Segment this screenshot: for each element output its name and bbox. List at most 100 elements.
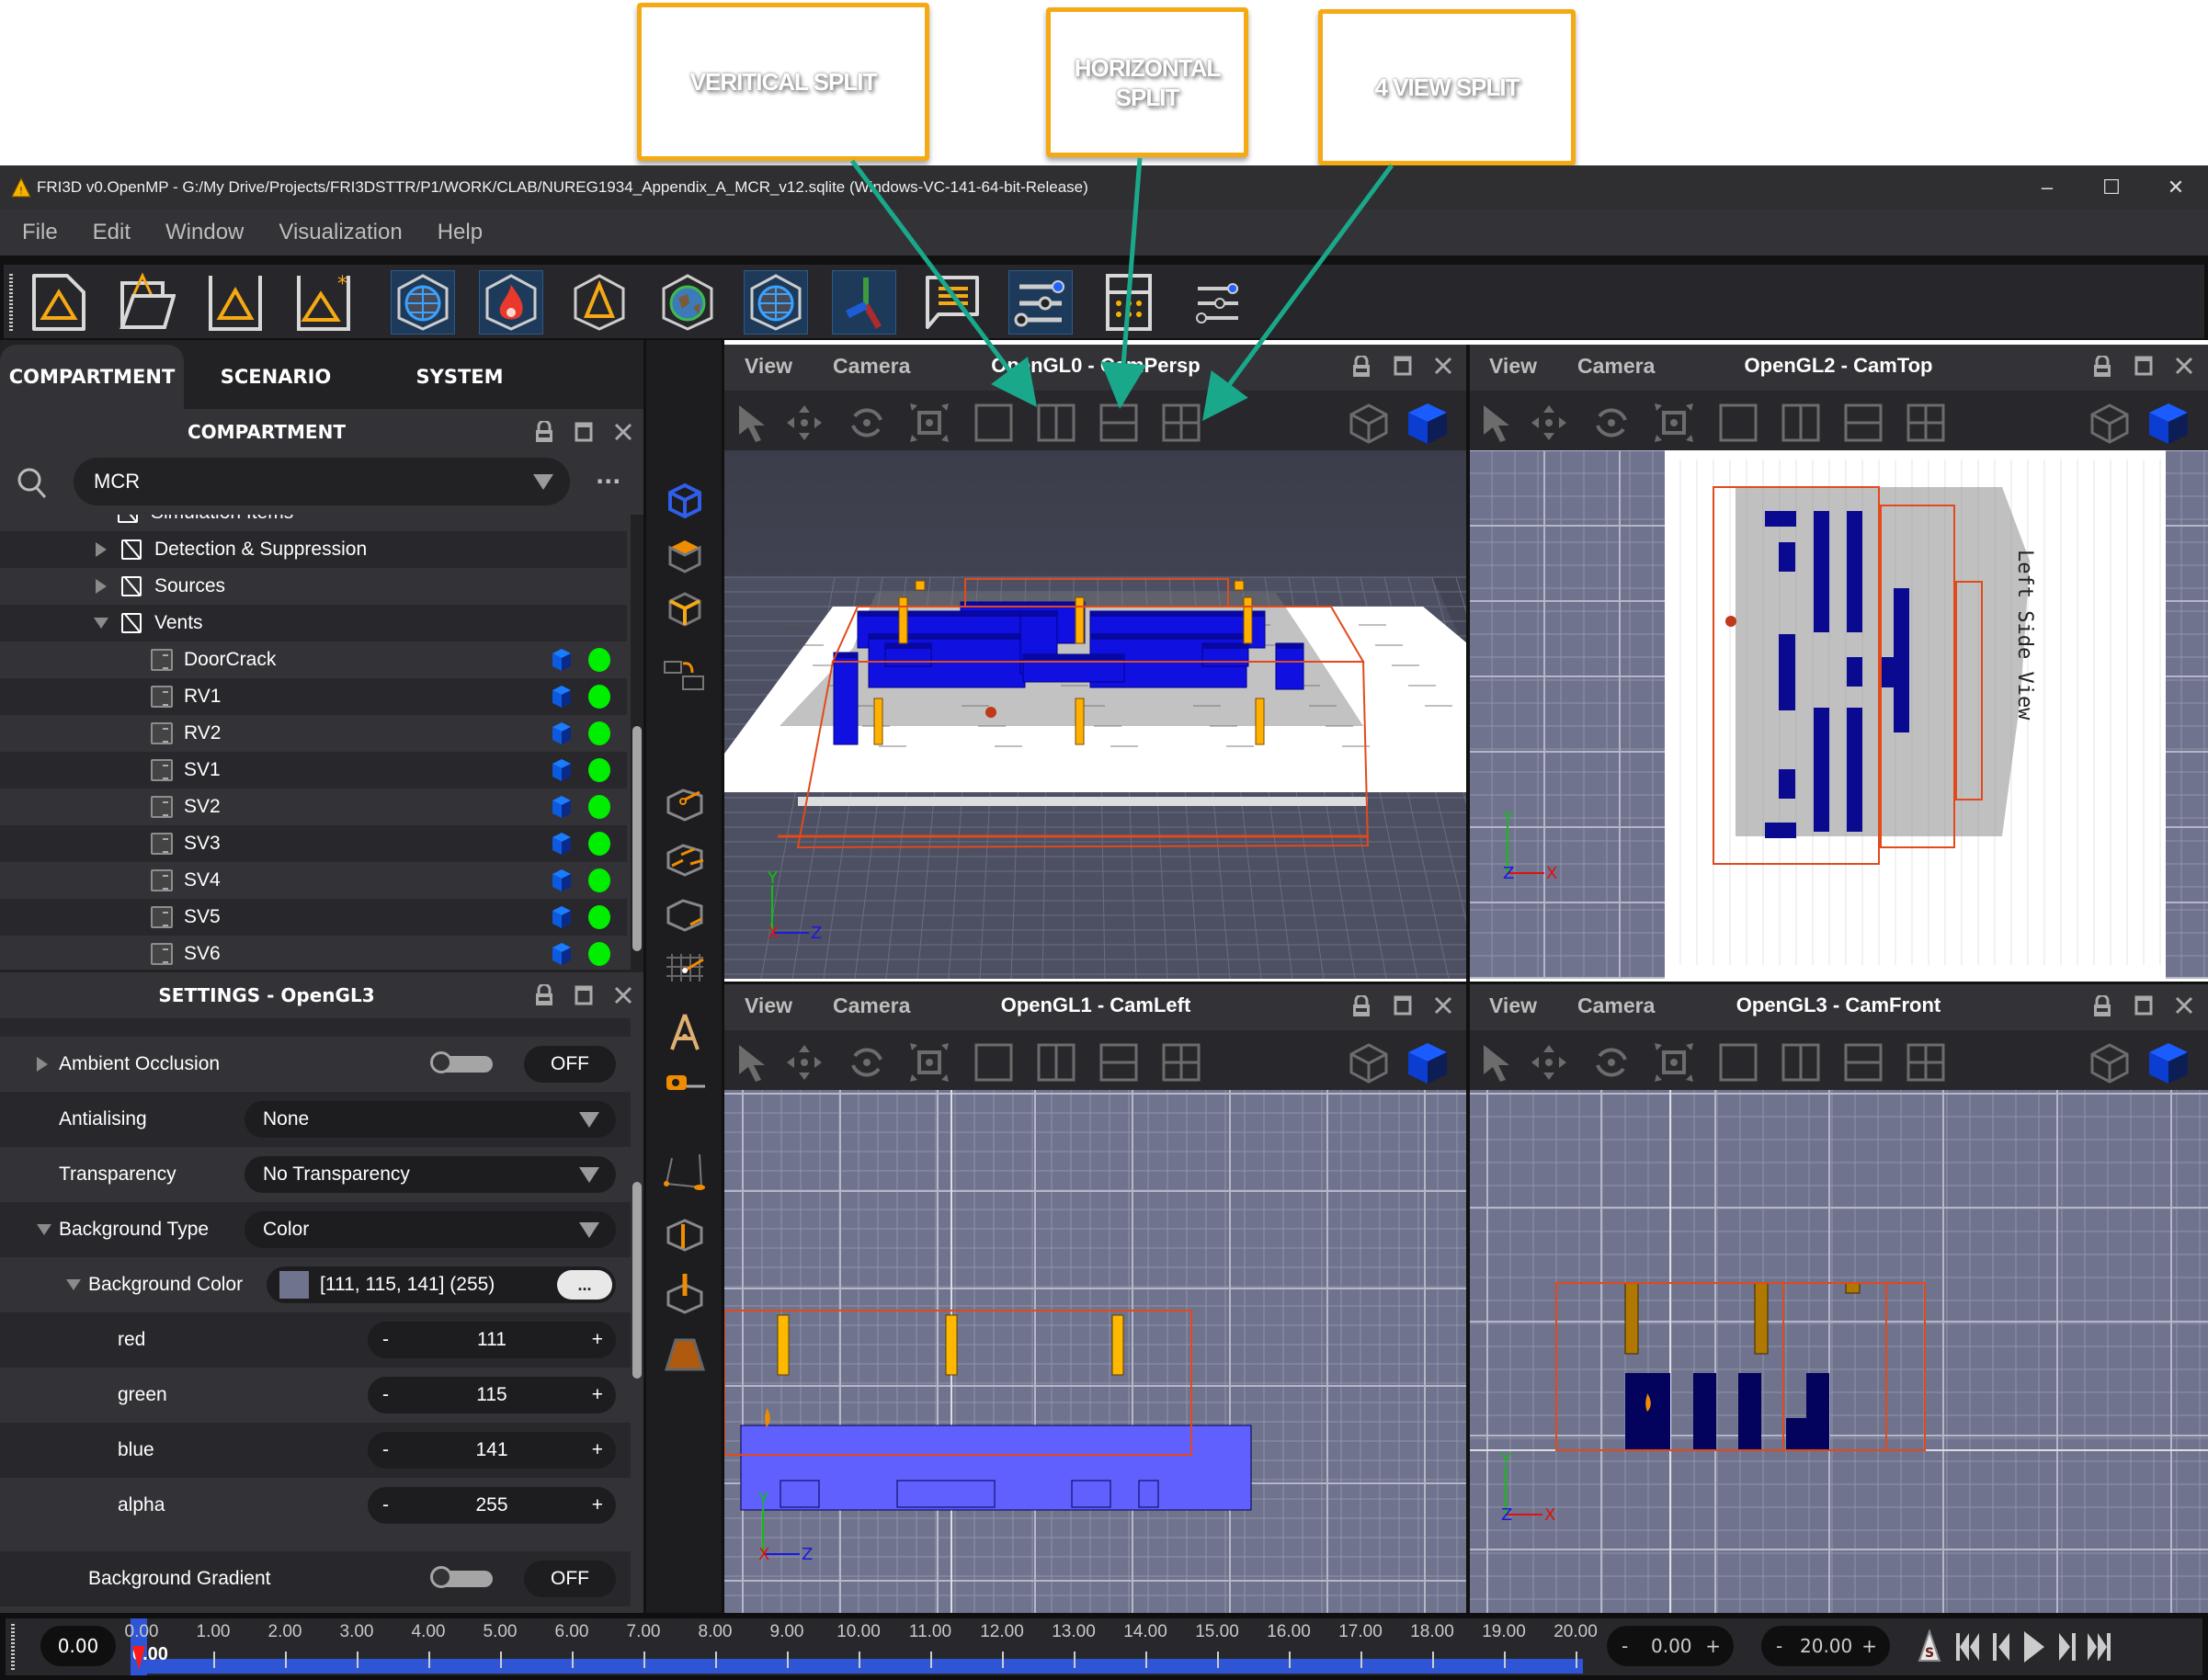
orbit-icon[interactable] xyxy=(1590,1041,1633,1084)
end-time-plus-button[interactable]: + xyxy=(1861,1635,1877,1657)
close-icon[interactable] xyxy=(2175,996,2193,1015)
fire-view-button[interactable] xyxy=(479,270,543,335)
visibility-cube-icon[interactable] xyxy=(552,648,572,672)
solid-cube-icon[interactable] xyxy=(2147,1041,2190,1084)
close-panel-button[interactable] xyxy=(609,418,637,446)
horizontal-split-icon[interactable] xyxy=(1098,402,1140,444)
vertical-split-icon[interactable] xyxy=(1780,1041,1822,1084)
visibility-cube-icon[interactable] xyxy=(552,795,572,819)
wireframe-cube-icon[interactable] xyxy=(2088,402,2131,444)
zoom-fit-icon[interactable] xyxy=(908,1041,950,1084)
maximize-icon[interactable] xyxy=(1394,995,1412,1016)
tree-row-rv2[interactable]: RV2 xyxy=(0,715,627,752)
viewport-canvas[interactable]: Z Y X xyxy=(724,1090,1467,1613)
viewport-menu-view[interactable]: View xyxy=(745,993,792,1018)
menu-file[interactable]: File xyxy=(22,220,58,245)
maximize-icon[interactable] xyxy=(2134,995,2153,1016)
timeline-grip[interactable] xyxy=(11,1624,15,1670)
menu-visualization[interactable]: Visualization xyxy=(279,220,402,245)
new-file-button[interactable] xyxy=(27,270,91,335)
floor-plane-icon[interactable] xyxy=(663,1333,707,1377)
four-view-split-icon[interactable] xyxy=(1160,402,1202,444)
menu-help[interactable]: Help xyxy=(438,220,483,245)
lock-icon[interactable] xyxy=(1352,995,1371,1017)
close-icon[interactable] xyxy=(2175,357,2193,375)
expand-arrow-icon[interactable] xyxy=(96,579,107,594)
background-gradient-state[interactable]: OFF xyxy=(524,1561,616,1597)
globe-button[interactable] xyxy=(655,270,720,335)
pan-icon[interactable] xyxy=(1528,402,1570,444)
end-time-value[interactable]: 20.00 xyxy=(1800,1635,1852,1657)
cone-box-button[interactable] xyxy=(567,270,632,335)
tree-scrollbar[interactable] xyxy=(632,726,642,951)
select-arrow-icon[interactable] xyxy=(1476,402,1519,444)
pan-icon[interactable] xyxy=(783,1041,825,1084)
visibility-cube-icon[interactable] xyxy=(552,868,572,892)
timeline-cursor-marker[interactable] xyxy=(132,1646,145,1672)
tree-row-detection-suppression[interactable]: Detection & Suppression xyxy=(0,531,627,568)
wireframe-cube-icon[interactable] xyxy=(2088,1041,2131,1084)
orbit-icon[interactable] xyxy=(846,402,888,444)
start-time-plus-button[interactable]: + xyxy=(1705,1635,1721,1657)
vertical-split-icon[interactable] xyxy=(1035,402,1077,444)
current-time-field[interactable]: 0.00 xyxy=(40,1626,116,1666)
box-vents-icon[interactable] xyxy=(663,836,707,880)
select-arrow-icon[interactable] xyxy=(732,402,774,444)
green-value[interactable]: 115 xyxy=(368,1384,616,1406)
lock-icon[interactable] xyxy=(2093,356,2111,378)
green-plus-button[interactable]: + xyxy=(592,1384,603,1406)
close-button[interactable]: ✕ xyxy=(2144,165,2208,210)
tree-row-sources[interactable]: Sources xyxy=(0,568,627,605)
select-arrow-icon[interactable] xyxy=(732,1041,774,1084)
solid-cube-icon[interactable] xyxy=(1406,402,1449,444)
maximize-icon[interactable] xyxy=(2134,356,2153,376)
collapse-arrow-icon[interactable] xyxy=(37,1224,51,1235)
tree-row-vents[interactable]: Vents xyxy=(0,605,627,641)
toolbar-grip[interactable] xyxy=(9,274,13,331)
solid-cube-icon[interactable] xyxy=(2147,402,2190,444)
viewport-menu-camera[interactable]: Camera xyxy=(1577,354,1655,379)
red-value[interactable]: 111 xyxy=(368,1329,616,1351)
menu-window[interactable]: Window xyxy=(165,220,244,245)
menu-edit[interactable]: Edit xyxy=(93,220,131,245)
search-icon[interactable] xyxy=(17,467,48,500)
tree-row-simulation-items[interactable]: Simulation Items xyxy=(0,515,627,531)
viewport-menu-view[interactable]: View xyxy=(1489,993,1537,1018)
alpha-plus-button[interactable]: + xyxy=(592,1494,603,1516)
transparency-select[interactable]: No Transparency xyxy=(245,1156,616,1193)
background-color-swatch[interactable] xyxy=(279,1271,309,1299)
timeline-track[interactable]: 0.00 1.00 2.00 3.00 4.00 5.00 6.00 7.00 8.00 9.00… xyxy=(125,1618,1598,1675)
wireframe-cube-icon[interactable] xyxy=(1348,402,1390,444)
open-file-button[interactable] xyxy=(115,270,179,335)
maximize-panel-button[interactable] xyxy=(570,982,598,1009)
close-panel-button[interactable] xyxy=(609,982,637,1009)
save-as-button[interactable]: * xyxy=(291,270,356,335)
tab-compartment[interactable]: COMPARTMENT xyxy=(0,345,184,409)
vertical-split-icon[interactable] xyxy=(1035,1041,1077,1084)
tree-row-sv5[interactable]: SV5 xyxy=(0,899,627,936)
box-vent-side-icon[interactable] xyxy=(663,891,707,936)
horizontal-split-icon[interactable] xyxy=(1098,1041,1140,1084)
box-top-face-icon[interactable] xyxy=(663,533,707,577)
orbit-icon[interactable] xyxy=(1590,402,1633,444)
tree-row-sv2[interactable]: SV2 xyxy=(0,789,627,825)
end-time-minus-button[interactable]: - xyxy=(1776,1635,1782,1657)
pan-icon[interactable] xyxy=(783,402,825,444)
tree-row-doorcrack[interactable]: DoorCrack xyxy=(0,641,627,678)
single-view-icon[interactable] xyxy=(973,402,1015,444)
settings-sliders-button[interactable] xyxy=(1008,270,1073,335)
tape-measure-icon[interactable] xyxy=(663,1062,707,1107)
save-button[interactable] xyxy=(203,270,267,335)
visibility-cube-icon[interactable] xyxy=(552,832,572,856)
viewport-menu-view[interactable]: View xyxy=(1489,354,1537,379)
skip-to-end-icon[interactable] xyxy=(2087,1631,2112,1663)
tree-row-rv1[interactable]: RV1 xyxy=(0,678,627,715)
settings-scrollbar[interactable] xyxy=(632,1182,642,1379)
close-icon[interactable] xyxy=(1434,996,1452,1015)
horizontal-split-icon[interactable] xyxy=(1842,1041,1884,1084)
vertical-split-icon[interactable] xyxy=(1780,402,1822,444)
solid-cube-icon[interactable] xyxy=(1406,1041,1449,1084)
alpha-value[interactable]: 255 xyxy=(368,1494,616,1516)
zoom-fit-icon[interactable] xyxy=(1653,402,1695,444)
visibility-cube-icon[interactable] xyxy=(552,685,572,709)
